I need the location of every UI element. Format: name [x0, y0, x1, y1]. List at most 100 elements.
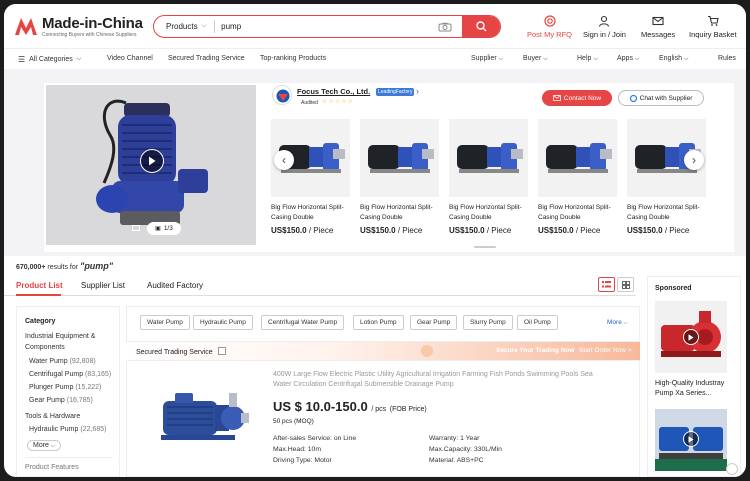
nav-supplier-menu[interactable]: Supplier ⌵ — [471, 55, 503, 63]
mail-icon — [652, 16, 664, 26]
category-item-label: Gear Pump — [29, 397, 65, 404]
site-logo[interactable]: Made-in-China Connecting Buyers with Chi… — [14, 16, 143, 38]
product-thumbnail — [360, 119, 439, 197]
category-group-industrial[interactable]: Industrial Equipment & — [25, 333, 95, 340]
result-tabs: Product List Supplier List Audited Facto… — [4, 276, 636, 296]
filter-chip[interactable]: Centrifugal Water Pump — [261, 315, 345, 330]
category-group-tools[interactable]: Tools & Hardware — [25, 413, 80, 420]
logo-name: Made-in-China — [42, 15, 143, 32]
supplier-logo[interactable] — [272, 85, 292, 105]
filter-chip[interactable]: Lotion Pump — [353, 315, 404, 330]
related-filters: Water Pump Hydraulic Pump Centrifugal Wa… — [126, 306, 640, 342]
product-features-title: Product Features — [25, 464, 79, 471]
results-count: 670,000+ results for "pump" — [16, 261, 113, 271]
featured-product-card[interactable]: Big Flow Horizontal Split-Casing Double … — [271, 119, 350, 235]
featured-supplier-card: ▣ 1/3 Focus Tech Co., Ltd. LeadingFactor… — [44, 83, 734, 252]
logo-tagline: Connecting Buyers with Chinese Suppliers — [42, 32, 137, 38]
messages-button[interactable]: Messages — [641, 15, 675, 39]
filter-chip[interactable]: Slurry Pump — [463, 315, 513, 330]
chevron-right-icon[interactable]: › — [416, 86, 419, 96]
product-price: US$150.0 / Piece — [627, 226, 706, 235]
nav-buyer-label: Buyer — [523, 55, 542, 62]
image-counter[interactable]: ▣ 1/3 — [147, 222, 181, 235]
nav-buyer-menu[interactable]: Buyer ⌵ — [523, 55, 548, 63]
filters-more-button[interactable]: More ⌵ — [607, 319, 627, 326]
category-item-water-pump[interactable]: Water Pump (92,808) — [29, 358, 96, 365]
product-price-unit: / Piece — [397, 226, 423, 235]
category-group-industrial-2[interactable]: Components — [25, 344, 65, 351]
result-attribute: Material: ABS+PC — [429, 457, 484, 464]
product-price-value: US$150.0 — [538, 226, 574, 235]
category-item-gear-pump[interactable]: Gear Pump (16,785) — [29, 397, 93, 404]
nav-apps-label: Apps — [617, 55, 633, 62]
featured-product-card[interactable]: Big Flow Horizontal Split-Casing Double … — [538, 119, 617, 235]
grid-view-icon — [621, 280, 630, 289]
chat-with-supplier-button[interactable]: Chat with Supplier — [618, 90, 704, 106]
zoom-icon[interactable] — [726, 463, 738, 475]
sponsored-product-image-2[interactable] — [655, 409, 727, 471]
category-item-label: Hydraulic Pump — [29, 426, 79, 433]
start-order-link[interactable]: Start Order Now > — [579, 347, 632, 354]
category-item-plunger-pump[interactable]: Plunger Pump (15,222) — [29, 384, 101, 391]
carousel-prev-button[interactable]: ‹ — [274, 150, 294, 170]
video-play-button[interactable] — [683, 329, 699, 345]
all-categories-menu[interactable]: ☰ All Categories ⌵ — [18, 55, 81, 64]
result-attribute: Max.Head: 10m — [273, 446, 321, 453]
post-rfq-button[interactable]: Post My RFQ — [527, 15, 572, 39]
filter-chip[interactable]: Oil Pump — [517, 315, 558, 330]
grid-view-button[interactable] — [617, 277, 634, 292]
sponsored-title: Sponsored — [655, 285, 692, 292]
featured-product-card[interactable]: Big Flow Horizontal Split-Casing Double … — [449, 119, 528, 235]
result-product-image[interactable] — [149, 373, 249, 461]
featured-product-card[interactable]: Big Flow Horizontal Split-Casing Double … — [360, 119, 439, 235]
product-result-card[interactable]: 400W Large Flow Electric Plastic Utility… — [126, 360, 640, 477]
nav-link-video-channel[interactable]: Video Channel — [107, 55, 153, 62]
nav-apps-menu[interactable]: Apps ⌵ — [617, 55, 639, 63]
carousel-next-button[interactable]: › — [684, 150, 704, 170]
result-title-link[interactable]: 400W Large Flow Electric Plastic Utility… — [273, 370, 613, 390]
user-icon — [599, 15, 610, 27]
nav-link-top-ranking[interactable]: Top-ranking Products — [260, 55, 326, 62]
video-play-button[interactable] — [140, 149, 164, 173]
category-item-centrifugal-pump[interactable]: Centrifugal Pump (83,165) — [29, 371, 111, 378]
filter-chip[interactable]: Hydraulic Pump — [193, 315, 253, 330]
tab-supplier-list[interactable]: Supplier List — [81, 281, 125, 290]
sign-in-button[interactable]: Sign in / Join — [583, 15, 626, 39]
product-title: Big Flow Horizontal Split-Casing Double — [449, 204, 522, 221]
supplier-name-link[interactable]: Focus Tech Co., Ltd. — [297, 87, 370, 96]
product-price-value: US$150.0 — [360, 226, 396, 235]
featured-product-card[interactable]: Big Flow Horizontal Split-Casing Double … — [627, 119, 706, 235]
tab-audited-factory[interactable]: Audited Factory — [147, 281, 203, 290]
product-price: US$150.0 / Piece — [271, 226, 350, 235]
secured-trading-filter[interactable]: Secured Trading Service — [136, 347, 226, 356]
checkbox[interactable] — [217, 347, 226, 355]
camera-icon[interactable] — [438, 22, 452, 32]
results-query: "pump" — [80, 261, 114, 271]
category-item-hydraulic-pump[interactable]: Hydraulic Pump (22,685) — [29, 426, 106, 433]
featured-product-image[interactable]: ▣ 1/3 — [46, 85, 256, 245]
search-button[interactable] — [462, 16, 500, 37]
category-more-button[interactable]: More ⌵ — [27, 440, 61, 451]
list-view-button[interactable] — [598, 277, 615, 292]
nav-rules-link[interactable]: Rules — [718, 55, 736, 62]
tab-product-list[interactable]: Product List — [16, 281, 63, 290]
category-item-count: (92,808) — [69, 358, 96, 365]
result-attribute: After-sales Service: on Line — [273, 435, 357, 442]
product-thumbnail — [538, 119, 617, 197]
search-input[interactable] — [215, 22, 438, 31]
sponsored-caption[interactable]: High-Quality Industray Pump Xa Series... — [655, 379, 735, 399]
filter-chip[interactable]: Water Pump — [140, 315, 190, 330]
sponsored-product-image[interactable] — [655, 301, 727, 373]
menu-icon: ☰ — [18, 55, 26, 64]
video-play-button[interactable] — [683, 431, 699, 447]
filter-chip[interactable]: Gear Pump — [410, 315, 458, 330]
contact-now-button[interactable]: Contact Now — [542, 90, 612, 106]
product-price-value: US$150.0 — [271, 226, 307, 235]
inquiry-basket-button[interactable]: Inquiry Basket — [689, 15, 737, 39]
nav-help-menu[interactable]: Help ⌵ — [577, 55, 598, 63]
product-price-unit: / Piece — [308, 226, 334, 235]
nav-language-menu[interactable]: English ⌵ — [659, 55, 688, 63]
search-category-select[interactable]: Products ⌵ — [154, 20, 216, 33]
chevron-right-icon: › — [692, 153, 696, 167]
nav-link-secured-trading[interactable]: Secured Trading Service — [168, 55, 245, 62]
